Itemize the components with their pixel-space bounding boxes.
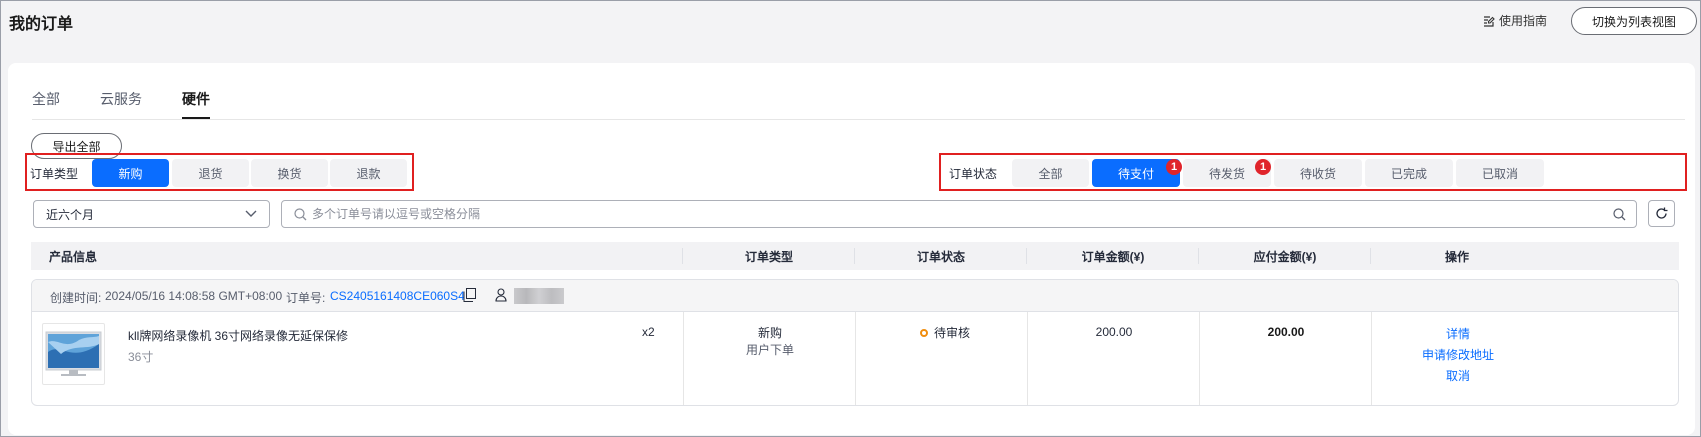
search-input[interactable] (312, 201, 1592, 227)
order-type-new[interactable]: 新购 (92, 159, 169, 187)
order-number-label: 订单号: (286, 291, 326, 305)
product-thumbnail[interactable] (42, 323, 105, 385)
table-header: 产品信息 订单类型 订单状态 订单金额(¥) 应付金额(¥) 操作 (31, 242, 1679, 270)
column-order-type: 订单类型 (744, 249, 793, 264)
column-order-status: 订单状态 (916, 249, 965, 264)
search-submit-icon[interactable] (1613, 208, 1626, 221)
order-type-return[interactable]: 退货 (172, 159, 249, 187)
user-guide-link[interactable]: 使用指南 (1483, 12, 1547, 29)
order-type-value: 新购 (757, 326, 782, 340)
order-type-exchange[interactable]: 换货 (251, 159, 328, 187)
modify-address-link[interactable]: 申请修改地址 (1372, 346, 1544, 363)
cancel-order-link[interactable]: 取消 (1372, 367, 1544, 384)
refresh-icon (1656, 207, 1668, 219)
user-icon (495, 288, 507, 302)
status-pending-receipt[interactable]: 待收货 (1274, 159, 1362, 187)
status-dot-icon (920, 328, 928, 337)
tabs-divider (32, 119, 1685, 120)
order-type-label: 订单类型 (30, 167, 79, 181)
user-guide-label: 使用指南 (1499, 14, 1548, 28)
order-card: 创建时间: 2024/05/16 14:08:58 GMT+08:00 订单号:… (31, 279, 1679, 406)
order-status-value: 待审核 (920, 324, 970, 341)
order-type-refund[interactable]: 退款 (330, 159, 407, 187)
created-time-value: 2024/05/16 14:08:58 GMT+08:00 (105, 289, 283, 303)
refresh-button[interactable] (1648, 200, 1675, 227)
column-payable-amount: 应付金额(¥) (1253, 249, 1317, 264)
order-status-label: 订单状态 (949, 167, 998, 181)
tab-all[interactable]: 全部 (32, 89, 60, 119)
window-frame: 我的订单 使用指南 切换为列表视图 全部 云服务 硬件 导出全部 订单类型 新购… (0, 0, 1701, 437)
masked-username (514, 288, 564, 304)
order-source-value: 用户下单 (745, 343, 794, 357)
category-tabs: 全部 云服务 硬件 (32, 89, 250, 119)
details-link[interactable]: 详情 (1372, 325, 1544, 342)
column-product-info: 产品信息 (49, 249, 98, 264)
product-name[interactable]: kll牌网络录像机 36寸网络录像无延保保修 (128, 327, 348, 344)
monitor-product-image (45, 331, 102, 376)
pending-payment-count-badge: 1 (1166, 159, 1182, 175)
order-card-header: 创建时间: 2024/05/16 14:08:58 GMT+08:00 订单号:… (32, 280, 1678, 312)
chevron-down-icon (245, 210, 257, 217)
date-range-value: 近六个月 (46, 207, 95, 222)
tab-cloud-service[interactable]: 云服务 (100, 89, 142, 119)
order-status-text: 待审核 (934, 326, 971, 340)
order-number-link[interactable]: CS2405161408CE060S4 (330, 289, 465, 303)
order-amount-value: 200.00 (1095, 325, 1133, 339)
status-all[interactable]: 全部 (1012, 159, 1089, 187)
tab-hardware[interactable]: 硬件 (182, 89, 210, 119)
edit-doc-icon (1484, 15, 1495, 27)
orders-card: 全部 云服务 硬件 导出全部 订单类型 新购 退货 换货 退款 订单状态 全部 … (8, 63, 1695, 435)
payable-amount-value: 200.00 (1267, 325, 1305, 339)
status-cancelled[interactable]: 已取消 (1456, 159, 1544, 187)
switch-list-view-button[interactable]: 切换为列表视图 (1571, 7, 1697, 35)
pending-shipment-count-badge: 1 (1255, 159, 1271, 175)
column-actions: 操作 (1444, 249, 1469, 264)
product-quantity: x2 (642, 325, 655, 339)
created-time-label: 创建时间: (50, 291, 102, 305)
search-icon (294, 208, 307, 221)
product-spec: 36寸 (128, 350, 154, 364)
order-search-box[interactable] (281, 200, 1637, 228)
column-order-amount: 订单金额(¥) (1081, 249, 1145, 264)
status-completed[interactable]: 已完成 (1365, 159, 1453, 187)
copy-icon[interactable] (463, 288, 476, 302)
date-range-select[interactable]: 近六个月 (33, 200, 270, 228)
page-title: 我的订单 (9, 16, 74, 33)
